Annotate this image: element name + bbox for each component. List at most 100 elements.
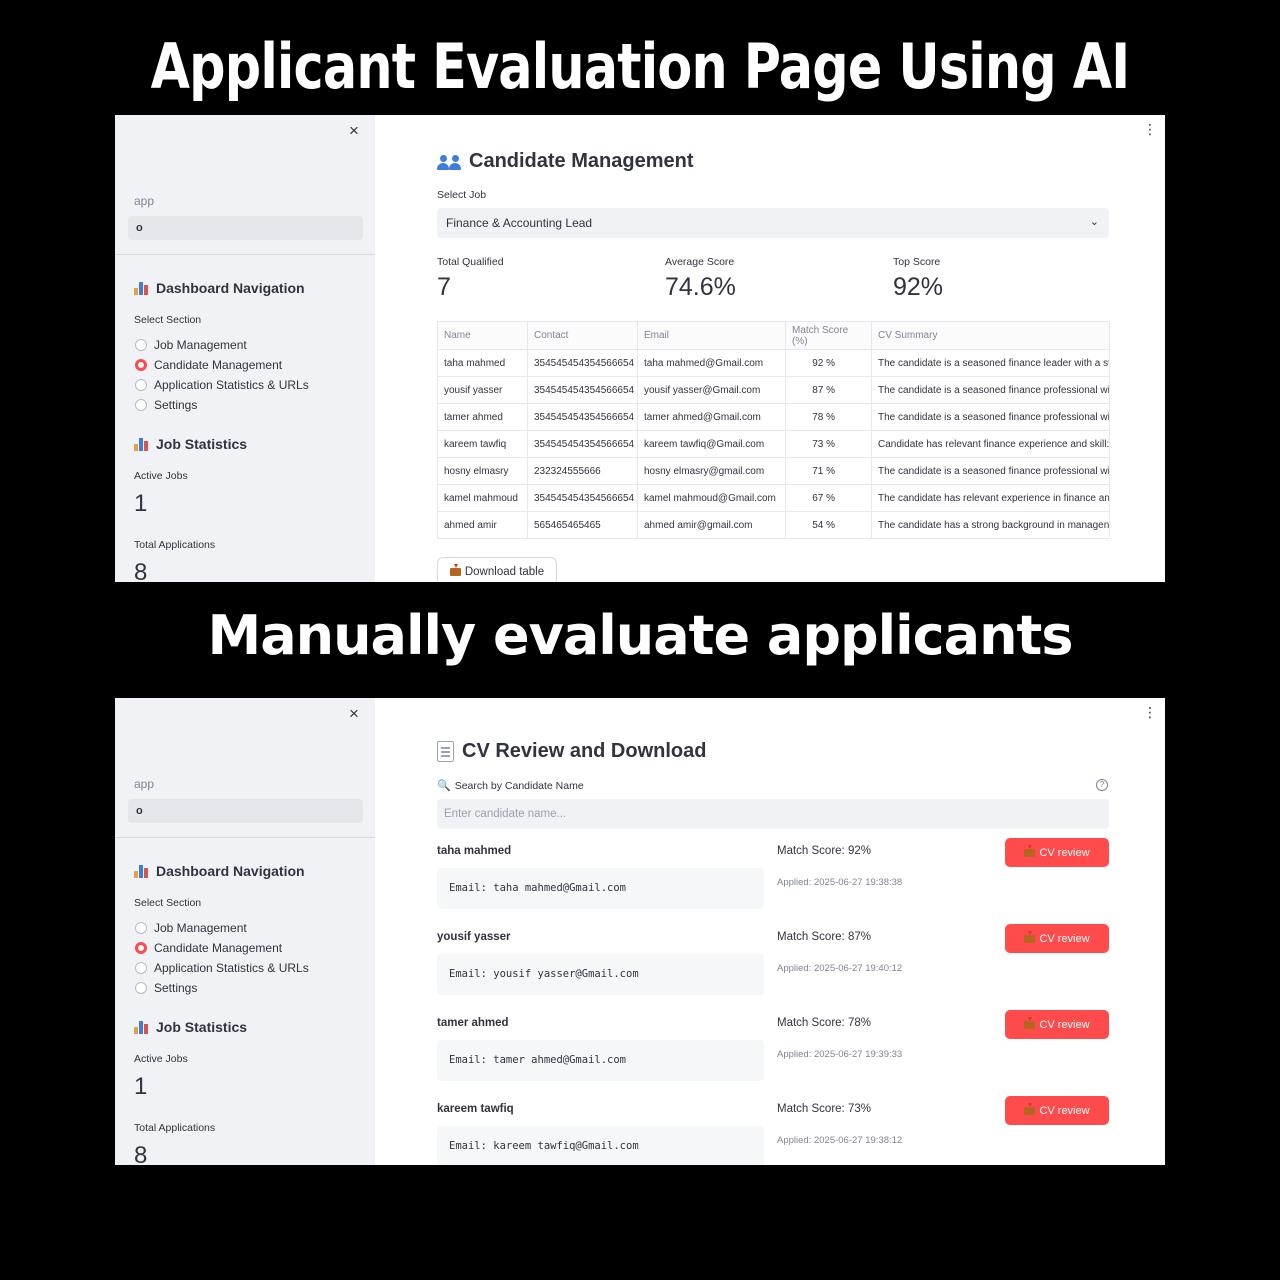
app-input[interactable]: o bbox=[128, 216, 363, 240]
radio-label: Candidate Management bbox=[154, 941, 283, 955]
bar-chart-icon bbox=[134, 1020, 150, 1034]
column-header-cv-summary[interactable]: CV Summary bbox=[871, 321, 1110, 350]
radio-job-management[interactable]: Job Management bbox=[135, 335, 309, 355]
cell-email: kamel mahmoud@Gmail.com bbox=[637, 484, 786, 512]
inbox-tray-icon bbox=[1024, 930, 1036, 943]
table-row[interactable]: taha mahmed 354545454354566654 taha mahmed… bbox=[437, 349, 1110, 377]
total-qualified-label: Total Qualified bbox=[437, 256, 504, 268]
inbox-tray-icon bbox=[1024, 1102, 1036, 1115]
download-tray-icon bbox=[449, 564, 461, 576]
column-header-name[interactable]: Name bbox=[437, 321, 528, 350]
top-score-label: Top Score bbox=[893, 256, 941, 268]
cell-contact: 354545454354566654 bbox=[527, 430, 638, 458]
radio-dot bbox=[135, 962, 147, 974]
cell-name: hosny elmasry bbox=[437, 457, 528, 485]
cell-name: taha mahmed bbox=[437, 349, 528, 377]
cell-contact: 354545454354566654 bbox=[527, 376, 638, 404]
dashboard-navigation-heading: Dashboard Navigation bbox=[134, 280, 305, 296]
table-row[interactable]: ahmed amir 565465465465 ahmed amir@gmail.c… bbox=[437, 511, 1110, 539]
cv-candidate-card: tamer ahmed Email: tamer ahmed@Gmail.com M… bbox=[437, 1010, 1109, 1103]
column-header-match-score[interactable]: Match Score (%) bbox=[785, 321, 872, 350]
radio-dot bbox=[135, 399, 147, 411]
candidate-match-score: Match Score: 73% bbox=[777, 1103, 871, 1115]
headline-bottom: Manually evaluate applicants bbox=[207, 604, 1073, 667]
active-jobs-label: Active Jobs bbox=[134, 470, 188, 482]
inbox-tray-icon bbox=[1024, 844, 1036, 857]
kebab-menu-icon[interactable]: ⋮ bbox=[1143, 704, 1157, 721]
cv-review-button[interactable]: CV review bbox=[1005, 1010, 1109, 1039]
active-jobs-value: 1 bbox=[134, 490, 148, 517]
candidate-email-code: Email: tamer ahmed@Gmail.com bbox=[437, 1040, 764, 1081]
table-row[interactable]: kamel mahmoud 354545454354566654 kamel mah… bbox=[437, 484, 1110, 512]
cell-contact: 354545454354566654 bbox=[527, 484, 638, 512]
radio-dot-selected bbox=[135, 359, 147, 371]
cell-match-score: 78 % bbox=[785, 403, 872, 431]
radio-candidate-management[interactable]: Candidate Management bbox=[135, 938, 309, 958]
total-qualified-value: 7 bbox=[437, 273, 451, 301]
download-table-button[interactable]: Download table bbox=[437, 557, 557, 582]
close-icon[interactable]: × bbox=[349, 704, 359, 724]
bar-chart-icon bbox=[134, 437, 150, 451]
cell-email: yousif yasser@Gmail.com bbox=[637, 376, 786, 404]
candidates-table[interactable]: Name Contact Email Match Score (%) CV Su… bbox=[437, 321, 1110, 539]
cv-candidate-card: yousif yasser Email: yousif yasser@Gmail.… bbox=[437, 924, 1109, 1017]
bar-chart-icon bbox=[134, 281, 150, 295]
candidate-applied-date: Applied: 2025-06-27 19:39:33 bbox=[777, 1049, 903, 1060]
main-content: ⋮ Candidate Management Select Job Financ… bbox=[375, 115, 1165, 582]
close-icon[interactable]: × bbox=[349, 121, 359, 141]
candidate-search-input[interactable] bbox=[437, 799, 1109, 829]
people-icon bbox=[437, 154, 461, 170]
bar-chart-icon bbox=[134, 864, 150, 878]
job-statistics-heading: Job Statistics bbox=[134, 436, 247, 452]
radio-label: Job Management bbox=[154, 338, 247, 352]
radio-settings[interactable]: Settings bbox=[135, 395, 309, 415]
radio-candidate-management[interactable]: Candidate Management bbox=[135, 355, 309, 375]
cell-name: yousif yasser bbox=[437, 376, 528, 404]
candidate-email-code: Email: kareem tawfiq@Gmail.com bbox=[437, 1126, 764, 1165]
cv-review-button-label: CV review bbox=[1039, 846, 1090, 859]
cv-review-button[interactable]: CV review bbox=[1005, 838, 1109, 867]
cell-email: taha mahmed@Gmail.com bbox=[637, 349, 786, 377]
cv-review-button-label: CV review bbox=[1039, 1104, 1090, 1117]
table-row[interactable]: yousif yasser 354545454354566654 yousif ya… bbox=[437, 376, 1110, 404]
cell-email: kareem tawfiq@Gmail.com bbox=[637, 430, 786, 458]
radio-application-statistics[interactable]: Application Statistics & URLs bbox=[135, 958, 309, 978]
radio-dot bbox=[135, 379, 147, 391]
candidate-match-score: Match Score: 92% bbox=[777, 845, 871, 857]
cv-candidate-card: taha mahmed Email: taha mahmed@Gmail.com M… bbox=[437, 838, 1109, 931]
candidate-applied-date: Applied: 2025-06-27 19:38:12 bbox=[777, 1135, 903, 1146]
radio-label: Candidate Management bbox=[154, 358, 283, 372]
section-radio-group: Job Management Candidate Management Appl… bbox=[135, 918, 309, 998]
table-row[interactable]: kareem tawfiq 354545454354566654 kareem ta… bbox=[437, 430, 1110, 458]
cell-match-score: 71 % bbox=[785, 457, 872, 485]
kebab-menu-icon[interactable]: ⋮ bbox=[1143, 121, 1157, 138]
radio-dot-selected bbox=[135, 942, 147, 954]
radio-label: Application Statistics & URLs bbox=[154, 961, 309, 975]
cell-match-score: 54 % bbox=[785, 511, 872, 539]
top-score-value: 92% bbox=[893, 273, 944, 301]
cell-match-score: 87 % bbox=[785, 376, 872, 404]
document-icon bbox=[437, 741, 454, 762]
total-applications-label: Total Applications bbox=[134, 539, 216, 551]
magnifier-icon: 🔍 bbox=[437, 780, 451, 792]
main-content: ⋮ CV Review and Download 🔍 Search by Can… bbox=[375, 698, 1165, 1165]
total-applications-value: 8 bbox=[134, 1142, 148, 1165]
cell-email: tamer ahmed@Gmail.com bbox=[637, 403, 786, 431]
cv-review-button[interactable]: CV review bbox=[1005, 1096, 1109, 1125]
job-statistics-heading: Job Statistics bbox=[134, 1019, 247, 1035]
job-select[interactable]: Finance & Accounting Lead ⌄ bbox=[437, 208, 1109, 238]
radio-job-management[interactable]: Job Management bbox=[135, 918, 309, 938]
column-header-contact[interactable]: Contact bbox=[527, 321, 638, 350]
column-header-email[interactable]: Email bbox=[637, 321, 786, 350]
radio-application-statistics[interactable]: Application Statistics & URLs bbox=[135, 375, 309, 395]
candidate-management-screenshot: × app o Dashboard Navigation Select Sect… bbox=[115, 115, 1165, 582]
cv-review-button[interactable]: CV review bbox=[1005, 924, 1109, 953]
table-row[interactable]: hosny elmasry 232324555666 hosny elmasry@g… bbox=[437, 457, 1110, 485]
table-header-row: Name Contact Email Match Score (%) CV Su… bbox=[437, 321, 1110, 350]
average-score-value: 74.6% bbox=[665, 273, 736, 301]
app-input[interactable]: o bbox=[128, 799, 363, 823]
radio-settings[interactable]: Settings bbox=[135, 978, 309, 998]
table-row[interactable]: tamer ahmed 354545454354566654 tamer ahmed… bbox=[437, 403, 1110, 431]
cell-contact: 232324555666 bbox=[527, 457, 638, 485]
help-icon[interactable]: ? bbox=[1096, 779, 1108, 791]
